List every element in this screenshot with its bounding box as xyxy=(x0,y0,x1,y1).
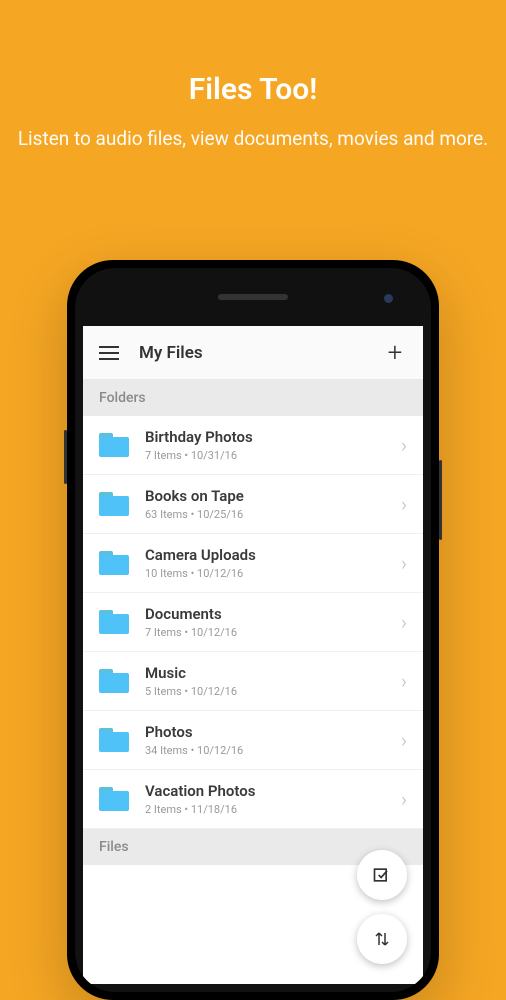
folder-text: Vacation Photos 2 Items • 11/18/16 xyxy=(145,782,401,816)
folder-row[interactable]: Camera Uploads 10 Items • 10/12/16› xyxy=(83,534,423,593)
promo-subtitle: Listen to audio files, view documents, m… xyxy=(0,125,506,154)
sort-fab[interactable] xyxy=(357,914,407,964)
folder-text: Birthday Photos 7 Items • 10/31/16 xyxy=(145,428,401,462)
add-button[interactable]: + xyxy=(383,338,407,368)
phone-side-button-right xyxy=(439,460,442,540)
folder-name: Birthday Photos xyxy=(145,428,401,446)
folder-row[interactable]: Music 5 Items • 10/12/16› xyxy=(83,652,423,711)
folder-meta: 63 Items • 10/25/16 xyxy=(145,508,401,521)
folder-icon xyxy=(99,610,129,634)
chevron-right-icon: › xyxy=(401,433,407,457)
folder-row[interactable]: Vacation Photos 2 Items • 11/18/16› xyxy=(83,770,423,829)
chevron-right-icon: › xyxy=(401,787,407,811)
folder-meta: 10 Items • 10/12/16 xyxy=(145,567,401,580)
page-title: My Files xyxy=(139,343,383,363)
chevron-right-icon: › xyxy=(401,728,407,752)
folder-meta: 7 Items • 10/12/16 xyxy=(145,626,401,639)
folder-text: Documents 7 Items • 10/12/16 xyxy=(145,605,401,639)
chevron-right-icon: › xyxy=(401,551,407,575)
promo-title: Files Too! xyxy=(0,72,506,107)
folder-text: Photos 34 Items • 10/12/16 xyxy=(145,723,401,757)
folder-name: Vacation Photos xyxy=(145,782,401,800)
folder-meta: 2 Items • 11/18/16 xyxy=(145,803,401,816)
folder-meta: 34 Items • 10/12/16 xyxy=(145,744,401,757)
phone-speaker xyxy=(218,294,288,300)
folder-icon xyxy=(99,787,129,811)
folder-icon xyxy=(99,433,129,457)
section-header-folders: Folders xyxy=(83,380,423,416)
folder-row[interactable]: Photos 34 Items • 10/12/16› xyxy=(83,711,423,770)
folder-row[interactable]: Documents 7 Items • 10/12/16› xyxy=(83,593,423,652)
fab-stack xyxy=(357,850,407,964)
folder-text: Books on Tape 63 Items • 10/25/16 xyxy=(145,487,401,521)
phone-frame: My Files + Folders Birthday Photos 7 Item… xyxy=(67,260,439,1000)
folder-meta: 7 Items • 10/31/16 xyxy=(145,449,401,462)
folder-name: Camera Uploads xyxy=(145,546,401,564)
folder-name: Photos xyxy=(145,723,401,741)
promo-banner: Files Too! Listen to audio files, view d… xyxy=(0,0,506,154)
folder-name: Documents xyxy=(145,605,401,623)
app-screen: My Files + Folders Birthday Photos 7 Item… xyxy=(83,326,423,984)
folder-row[interactable]: Birthday Photos 7 Items • 10/31/16› xyxy=(83,416,423,475)
folder-name: Books on Tape xyxy=(145,487,401,505)
multiselect-fab[interactable] xyxy=(357,850,407,900)
menu-icon[interactable] xyxy=(99,346,119,360)
folder-icon xyxy=(99,669,129,693)
folder-icon xyxy=(99,492,129,516)
folder-icon xyxy=(99,728,129,752)
phone-side-button-left xyxy=(64,430,67,484)
folder-name: Music xyxy=(145,664,401,682)
phone-sensor xyxy=(384,294,393,303)
chevron-right-icon: › xyxy=(401,610,407,634)
folder-text: Music 5 Items • 10/12/16 xyxy=(145,664,401,698)
chevron-right-icon: › xyxy=(401,492,407,516)
folder-meta: 5 Items • 10/12/16 xyxy=(145,685,401,698)
app-bar: My Files + xyxy=(83,326,423,380)
folder-icon xyxy=(99,551,129,575)
folder-text: Camera Uploads 10 Items • 10/12/16 xyxy=(145,546,401,580)
phone-bezel-top xyxy=(75,268,431,326)
folder-row[interactable]: Books on Tape 63 Items • 10/25/16› xyxy=(83,475,423,534)
chevron-right-icon: › xyxy=(401,669,407,693)
